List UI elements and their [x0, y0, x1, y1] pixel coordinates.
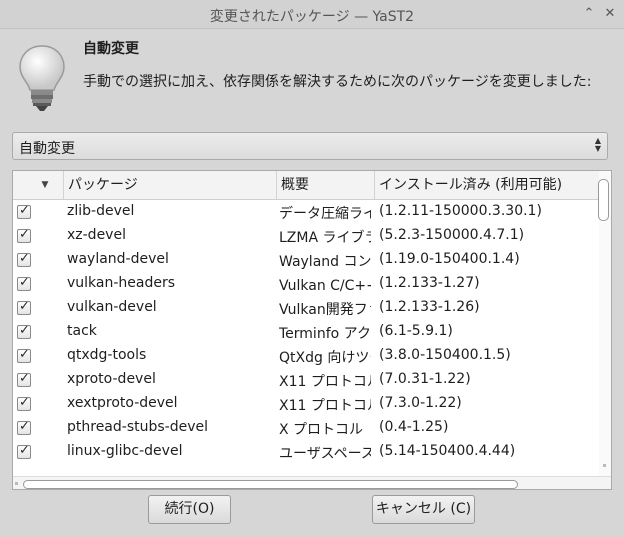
row-checkbox[interactable]	[17, 251, 31, 267]
row-checkbox[interactable]	[17, 371, 31, 387]
dialog-message: 手動での選択に加え、依存関係を解決するために次のパッケージを変更しました:	[83, 74, 592, 90]
sort-arrow-icon[interactable]: ▼	[13, 171, 64, 199]
horizontal-scroll-thumb[interactable]	[23, 480, 518, 489]
package-name: zlib-devel	[67, 203, 135, 219]
table-row[interactable]: pthread-stubs-devel X プロトコル (0.4-1.25)	[13, 416, 599, 440]
updown-arrows-icon: ▲ ▼	[594, 136, 602, 153]
package-name: pthread-stubs-devel	[67, 419, 209, 435]
package-summary: X11 プロトコル	[279, 398, 371, 414]
table-row[interactable]: tack Terminfo アクション (6.1-5.9.1)	[13, 320, 599, 344]
table-row[interactable]: wayland-devel Wayland コンポジタ (1.19.0-1504…	[13, 248, 599, 272]
package-name: xproto-devel	[67, 371, 156, 387]
table-row[interactable]: vulkan-devel Vulkan開発ファイル (1.2.133-1.26)	[13, 296, 599, 320]
close-icon[interactable]: ✕	[602, 6, 618, 22]
row-checkbox[interactable]	[17, 275, 31, 291]
scroll-end-marker	[15, 482, 18, 485]
filter-combobox[interactable]: 自動変更 ▲ ▼	[12, 132, 608, 160]
column-header-installed[interactable]: インストール済み (利用可能)	[375, 171, 599, 199]
row-checkbox[interactable]	[17, 443, 31, 459]
cancel-button[interactable]: キャンセル (C)	[372, 495, 475, 524]
package-name: wayland-devel	[67, 251, 169, 267]
row-checkbox[interactable]	[17, 323, 31, 339]
table-row[interactable]: linux-glibc-devel ユーザスペース (5.14-150400.4…	[13, 440, 599, 464]
package-summary: LZMA ライブラリ	[279, 230, 371, 246]
package-version: (7.0.31-1.22)	[379, 371, 471, 387]
package-name: vulkan-devel	[67, 299, 157, 315]
table-row[interactable]: vulkan-headers Vulkan C/C++ ヘッダ (1.2.133…	[13, 272, 599, 296]
package-summary: X プロトコル	[279, 422, 364, 438]
package-summary: X11 プロトコル	[279, 374, 371, 390]
row-checkbox[interactable]	[17, 299, 31, 315]
table-header: ▼ パッケージ 概要 インストール済み (利用可能)	[13, 171, 599, 200]
package-version: (1.19.0-150400.1.4)	[379, 251, 520, 267]
table-row[interactable]: xproto-devel X11 プロトコル (7.0.31-1.22)	[13, 368, 599, 392]
package-version: (7.3.0-1.22)	[379, 395, 462, 411]
package-summary: Vulkan開発ファイル	[279, 302, 371, 318]
package-name: linux-glibc-devel	[67, 443, 183, 459]
table-row[interactable]: zlib-devel データ圧縮ライブラリ (1.2.11-150000.3.3…	[13, 200, 599, 224]
package-name: xextproto-devel	[67, 395, 178, 411]
package-name: tack	[67, 323, 97, 339]
package-summary: データ圧縮ライブラリ	[279, 206, 371, 222]
row-checkbox[interactable]	[17, 395, 31, 411]
table-body: zlib-devel データ圧縮ライブラリ (1.2.11-150000.3.3…	[13, 200, 599, 464]
package-version: (3.8.0-150400.1.5)	[379, 347, 511, 363]
table-row[interactable]: qtxdg-tools QtXdg 向けツール (3.8.0-150400.1.…	[13, 344, 599, 368]
continue-button[interactable]: 続行(O)	[148, 495, 231, 524]
package-version: (1.2.133-1.26)	[379, 299, 480, 315]
column-header-summary[interactable]: 概要	[277, 171, 375, 199]
rollup-icon[interactable]: ⌃	[581, 6, 597, 22]
filter-selected-value: 自動変更	[19, 141, 75, 157]
package-version: (1.2.133-1.27)	[379, 275, 480, 291]
window-title: 変更されたパッケージ — YaST2	[209, 9, 415, 25]
table-row[interactable]: xextproto-devel X11 プロトコル (7.3.0-1.22)	[13, 392, 599, 416]
package-summary: Terminfo アクション	[279, 326, 371, 342]
dialog-heading: 自動変更	[83, 41, 139, 57]
package-table[interactable]: ▼ パッケージ 概要 インストール済み (利用可能) zlib-devel デー…	[12, 170, 612, 490]
package-summary: Vulkan C/C++ ヘッダ	[279, 278, 371, 294]
package-version: (1.2.11-150000.3.30.1)	[379, 203, 542, 219]
row-checkbox[interactable]	[17, 419, 31, 435]
package-version: (5.2.3-150000.4.7.1)	[379, 227, 525, 243]
package-summary: Wayland コンポジタ	[279, 254, 371, 270]
package-version: (0.4-1.25)	[379, 419, 449, 435]
horizontal-scrollbar[interactable]	[13, 476, 611, 489]
row-checkbox[interactable]	[17, 203, 31, 219]
dialog-window: 変更されたパッケージ — YaST2 ⌃ ✕ 自動変更 手動での選択に加え、依存…	[0, 0, 624, 537]
scroll-end-marker	[603, 464, 606, 467]
row-checkbox[interactable]	[17, 227, 31, 243]
column-header-package[interactable]: パッケージ	[64, 171, 277, 199]
title-bar[interactable]: 変更されたパッケージ — YaST2 ⌃ ✕	[0, 0, 624, 29]
vertical-scroll-thumb[interactable]	[598, 179, 609, 221]
package-summary: QtXdg 向けツール	[279, 350, 371, 366]
package-version: (5.14-150400.4.44)	[379, 443, 516, 459]
lightbulb-icon	[19, 45, 65, 111]
package-summary: ユーザスペース	[279, 446, 371, 462]
row-checkbox[interactable]	[17, 347, 31, 363]
package-name: vulkan-headers	[67, 275, 176, 291]
package-version: (6.1-5.9.1)	[379, 323, 453, 339]
table-row[interactable]: xz-devel LZMA ライブラリ (5.2.3-150000.4.7.1)	[13, 224, 599, 248]
package-name: xz-devel	[67, 227, 126, 243]
package-name: qtxdg-tools	[67, 347, 147, 363]
